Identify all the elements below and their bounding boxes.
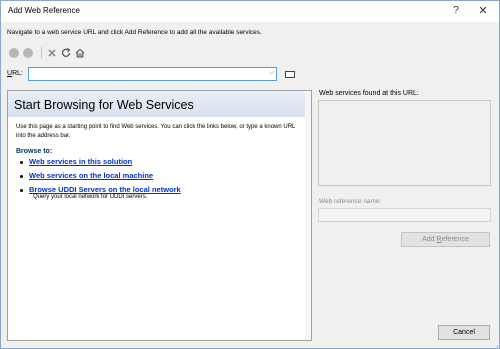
browser-scrollbar[interactable] bbox=[305, 91, 311, 340]
instruction-text: Navigate to a web service URL and click … bbox=[7, 29, 262, 36]
browse-heading: Start Browsing for Web Services bbox=[14, 98, 194, 112]
forward-icon[interactable] bbox=[21, 46, 35, 60]
link-row-local-machine: Web services on the local machine bbox=[20, 171, 153, 180]
reference-name-field[interactable] bbox=[318, 208, 491, 222]
close-button[interactable]: ✕ bbox=[469, 1, 497, 21]
cancel-button[interactable]: Cancel bbox=[438, 325, 490, 340]
browse-to-label: Browse to: bbox=[16, 148, 53, 155]
url-label: URL: bbox=[7, 70, 23, 77]
browse-banner: Start Browsing for Web Services bbox=[8, 91, 311, 117]
bullet-icon bbox=[20, 188, 23, 192]
add-web-reference-dialog: Add Web Reference ? ✕ Navigate to a web … bbox=[0, 0, 500, 349]
link-web-services-solution[interactable]: Web services in this solution bbox=[29, 157, 132, 166]
browse-description: Use this page as a starting point to fin… bbox=[16, 124, 296, 139]
refresh-icon[interactable] bbox=[59, 46, 73, 60]
reference-name-label: Web reference name: bbox=[319, 198, 382, 205]
link-browse-uddi-servers[interactable]: Browse UDDI Servers on the local network bbox=[29, 185, 181, 194]
services-found-label: Web services found at this URL: bbox=[319, 90, 419, 97]
services-found-list[interactable] bbox=[318, 100, 491, 186]
bullet-icon bbox=[20, 174, 23, 178]
browser-toolbar bbox=[7, 46, 97, 60]
uddi-description: Query your local network for UDDI server… bbox=[33, 194, 148, 200]
url-combobox[interactable]: ⌵ bbox=[28, 67, 277, 86]
window-title: Add Web Reference bbox=[8, 6, 80, 15]
title-bar: Add Web Reference ? ✕ bbox=[1, 1, 499, 22]
link-row-uddi: Browse UDDI Servers on the local network bbox=[20, 185, 181, 194]
url-dropdown-icon[interactable]: ⌵ bbox=[269, 69, 274, 77]
back-icon[interactable] bbox=[7, 46, 21, 60]
resize-grip-icon[interactable] bbox=[491, 340, 499, 349]
browser-pane: Start Browsing for Web Services Use this… bbox=[7, 90, 312, 341]
help-button[interactable]: ? bbox=[445, 1, 467, 21]
url-input[interactable] bbox=[29, 73, 259, 86]
bullet-icon bbox=[20, 160, 23, 164]
go-icon[interactable] bbox=[285, 71, 295, 78]
link-row-solution: Web services in this solution bbox=[20, 157, 132, 166]
add-reference-button[interactable]: Add Reference bbox=[401, 232, 490, 247]
link-web-services-local-machine[interactable]: Web services on the local machine bbox=[29, 171, 153, 180]
home-icon[interactable] bbox=[73, 46, 87, 60]
toolbar-separator bbox=[41, 47, 42, 59]
stop-icon[interactable] bbox=[45, 46, 59, 60]
